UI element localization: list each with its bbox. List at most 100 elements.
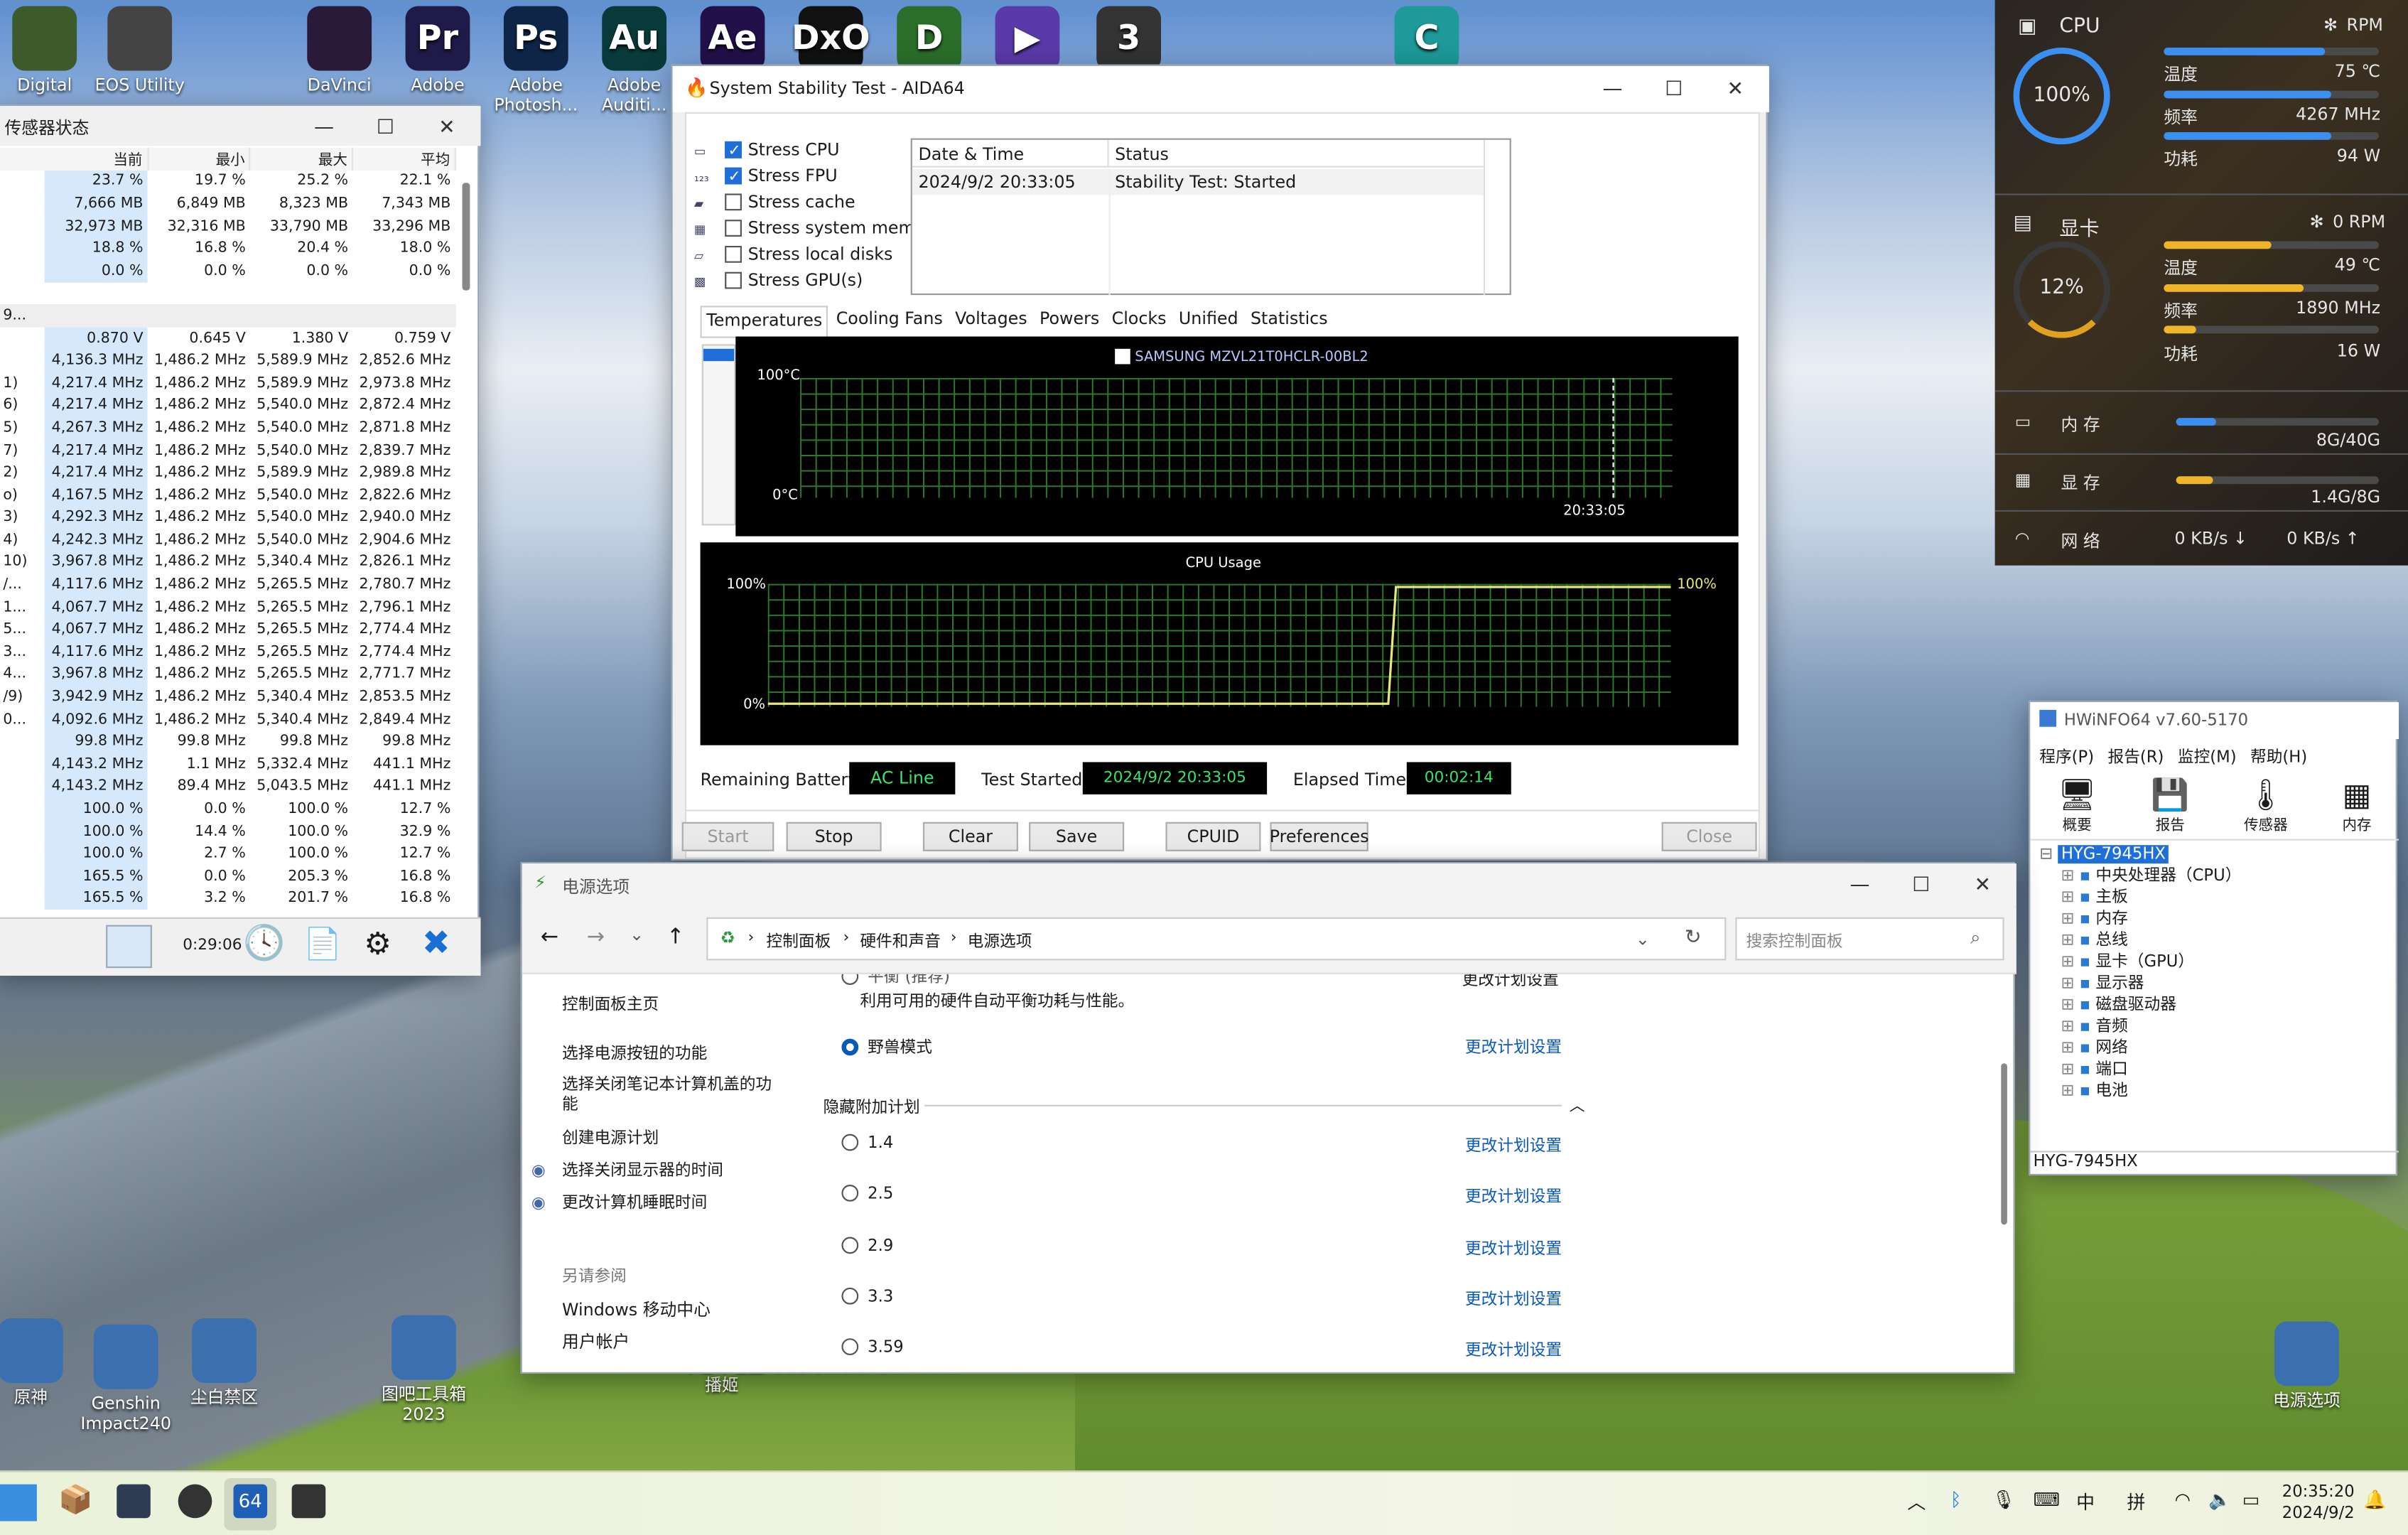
expand-icon[interactable]: ⊞ — [2061, 910, 2080, 928]
close-button[interactable]: ✕ — [1705, 68, 1766, 111]
search-box[interactable]: 搜索控制面板 ⌕ — [1735, 917, 2004, 961]
table-row[interactable]: 1... 4,067.7 MHz 1,486.2 MHz 5,265.5 MHz 2,7… — [0, 596, 455, 619]
stress-checkbox[interactable] — [725, 271, 742, 289]
table-row[interactable]: 9... — [0, 304, 455, 327]
see-link-accounts[interactable]: 用户帐户 — [562, 1329, 630, 1354]
ime-mode[interactable]: 拼 — [2127, 1489, 2145, 1515]
expand-icon[interactable]: ⊞ — [2061, 888, 2080, 907]
change-plan-link[interactable]: 更改计划设置 — [1465, 1237, 1562, 1259]
stress-option[interactable]: ₁₂₃ Stress FPU — [694, 163, 924, 190]
tree-item[interactable]: ⊞ ▪ 电池 — [2039, 1080, 2392, 1102]
tab-powers[interactable]: Powers — [1035, 306, 1104, 336]
maximize-button[interactable]: ☐ — [1891, 863, 1952, 907]
table-row[interactable]: 4) 4,242.3 MHz 1,486.2 MHz 5,540.0 MHz 2,904… — [0, 528, 455, 551]
close-button[interactable]: ✕ — [416, 106, 477, 149]
desktop-icon[interactable]: 尘白禁区 — [175, 1318, 273, 1408]
tree-item[interactable]: ⊞ ▪ 显卡（GPU） — [2039, 951, 2392, 972]
table-row[interactable]: 23.7 % 19.7 % 25.2 % 22.1 % — [0, 170, 455, 193]
table-row[interactable]: 4,143.2 MHz 89.4 MHz 5,043.5 MHz 441.1 MHz — [0, 775, 455, 798]
sidebar-link[interactable]: 选择电源按钮的功能 — [562, 1045, 784, 1065]
app-icon[interactable] — [117, 1484, 151, 1519]
start-icon[interactable] — [0, 1484, 37, 1521]
change-plan-link[interactable]: 更改计划设置 — [1465, 1134, 1562, 1157]
table-row[interactable]: 7) 4,217.4 MHz 1,486.2 MHz 5,540.0 MHz 2,839… — [0, 438, 455, 462]
tree-item[interactable]: ⊞ ▪ 内存 — [2039, 908, 2392, 930]
expand-icon[interactable]: ⊞ — [2061, 974, 2080, 993]
maximize-button[interactable]: ☐ — [1643, 68, 1705, 111]
table-row[interactable] — [0, 282, 455, 305]
table-row[interactable]: /9) 3,942.9 MHz 1,486.2 MHz 5,340.4 MHz 2,85… — [0, 685, 455, 709]
table-row[interactable]: 100.0 % 14.4 % 100.0 % 32.9 % — [0, 820, 455, 843]
chevron-down-icon[interactable]: ⌄ — [630, 925, 644, 945]
bell-icon[interactable]: 🔔 — [2363, 1489, 2386, 1510]
network-icon[interactable] — [106, 925, 152, 969]
table-row[interactable]: 0.870 V 0.645 V 1.380 V 0.759 V — [0, 326, 455, 350]
back-icon[interactable]: ← — [541, 925, 558, 950]
change-plan-link[interactable]: 更改计划设置 — [1465, 1185, 1562, 1208]
tab-cooling-fans[interactable]: Cooling Fans — [831, 306, 947, 336]
legend-checkbox[interactable] — [1115, 348, 1130, 365]
menu-item[interactable]: 帮助(H) — [2250, 745, 2307, 768]
table-row[interactable]: 165.5 % 0.0 % 205.3 % 16.8 % — [0, 865, 455, 888]
clock-time[interactable]: 20:35:20 — [2282, 1482, 2355, 1501]
plan-row[interactable]: 1.4 — [841, 1133, 893, 1153]
preferences-button[interactable]: Preferences — [1270, 822, 1369, 851]
desktop-icon[interactable]: EOS Utility — [92, 6, 188, 95]
stress-checkbox[interactable] — [725, 220, 742, 237]
ime-lang[interactable]: 中 — [2076, 1489, 2095, 1515]
tab-statistics[interactable]: Statistics — [1246, 306, 1332, 336]
stress-option[interactable]: ▰ Stress cache — [694, 189, 924, 215]
clear-button[interactable]: Clear — [922, 822, 1018, 851]
plan-radio[interactable] — [841, 1185, 859, 1202]
plan-radio[interactable] — [841, 1133, 859, 1151]
table-row[interactable]: 32,973 MB 32,316 MB 33,790 MB 33,296 MB — [0, 215, 455, 237]
wifi-icon[interactable]: ◠ — [2174, 1489, 2191, 1510]
table-row[interactable]: /... 4,117.6 MHz 1,486.2 MHz 5,265.5 MHz 2,7… — [0, 573, 455, 596]
table-row[interactable]: 4,136.3 MHz 1,486.2 MHz 5,589.9 MHz 2,852.6… — [0, 349, 455, 372]
report-icon[interactable]: 📄 — [299, 925, 345, 969]
table-row[interactable]: 7,666 MB 6,849 MB 8,323 MB 7,343 MB — [0, 192, 455, 215]
sidebar-link[interactable]: 创建电源计划 — [562, 1129, 784, 1149]
tree-item[interactable]: ⊞ ▪ 中央处理器（CPU） — [2039, 865, 2392, 886]
table-row[interactable]: 100.0 % 0.0 % 100.0 % 12.7 % — [0, 797, 455, 821]
stress-option[interactable]: ▱ Stress local disks — [694, 241, 924, 267]
menu-item[interactable]: 监控(M) — [2178, 745, 2237, 768]
table-row[interactable]: 3... 4,117.6 MHz 1,486.2 MHz 5,265.5 MHz 2,7… — [0, 640, 455, 664]
table-row[interactable]: 1) 4,217.4 MHz 1,486.2 MHz 5,589.9 MHz 2,973… — [0, 372, 455, 394]
stress-option[interactable]: ▩ Stress GPU(s) — [694, 267, 924, 293]
expand-icon[interactable]: ⊞ — [2061, 1039, 2080, 1057]
volume-icon[interactable]: 🔈 — [2208, 1489, 2231, 1510]
expand-icon[interactable]: ⊞ — [2061, 866, 2080, 885]
table-row[interactable]: o) 4,167.5 MHz 1,486.2 MHz 5,540.0 MHz 2,822… — [0, 483, 455, 507]
expand-icon[interactable]: ⊞ — [2061, 953, 2080, 971]
tree-item[interactable]: ⊞ ▪ 显示器 — [2039, 973, 2392, 994]
clock-date[interactable]: 2024/9/2 — [2282, 1504, 2355, 1523]
tree-item[interactable]: ⊞ ▪ 总线 — [2039, 930, 2392, 951]
stress-checkbox[interactable] — [725, 164, 742, 190]
close-dialog-button[interactable]: Close — [1661, 822, 1757, 851]
toolbar-button[interactable]: ▦ 内存 — [2342, 773, 2371, 839]
tree-item[interactable]: ⊞ ▪ 音频 — [2039, 1016, 2392, 1037]
table-row[interactable]: 100.0 % 2.7 % 100.0 % 12.7 % — [0, 842, 455, 866]
stress-checkbox[interactable] — [725, 245, 742, 263]
selected-radio[interactable] — [841, 1038, 859, 1056]
address-bar[interactable]: ♻ › 控制面板 › 硬件和声音 › 电源选项 ⌄ ↻ — [706, 917, 1727, 961]
stress-option[interactable]: ▭ Stress CPU — [694, 136, 924, 165]
desktop-icon[interactable]: Genshin Impact240 — [77, 1324, 175, 1433]
table-row[interactable]: 0... 4,092.6 MHz 1,486.2 MHz 5,340.4 MHz 2,8… — [0, 708, 455, 731]
tree-root[interactable]: HYG-7945HX — [2058, 845, 2169, 863]
chevron-up-icon[interactable]: ︿ — [1570, 1092, 1585, 1116]
change-plan-link[interactable]: 更改计划设置 — [1465, 1288, 1562, 1310]
desktop-icon[interactable]: DaVinci — [292, 6, 387, 95]
refresh-icon[interactable]: ↻ — [1685, 927, 1702, 949]
toolbar-button[interactable]: 🖥 概要 — [2058, 773, 2097, 839]
table-row[interactable]: 4,143.2 MHz 1.1 MHz 5,332.4 MHz 441.1 MHz — [0, 753, 455, 776]
table-row[interactable]: 6) 4,217.4 MHz 1,486.2 MHz 5,540.0 MHz 2,872… — [0, 394, 455, 417]
sidebar-link[interactable]: 控制面板主页 — [562, 996, 784, 1016]
desktop-icon[interactable]: 图吧工具箱 2023 — [374, 1315, 473, 1425]
keyboard-icon[interactable]: ⌨ — [2034, 1489, 2060, 1510]
plan-row[interactable]: 3.3 — [841, 1287, 893, 1306]
scrollbar[interactable] — [2001, 1063, 2007, 1225]
battery-icon[interactable]: ▭ — [2242, 1489, 2260, 1510]
toolbar-button[interactable]: 💾 报告 — [2151, 773, 2189, 839]
